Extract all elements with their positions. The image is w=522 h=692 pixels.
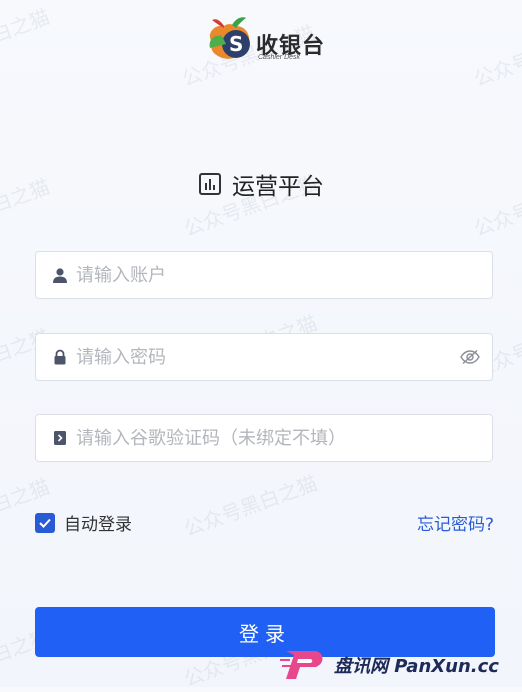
page-title: 运营平台 — [232, 174, 324, 200]
svg-text:S: S — [229, 32, 243, 56]
account-input[interactable] — [76, 252, 492, 298]
google-code-field[interactable] — [35, 414, 493, 462]
app-logo: S 收银台 Cashier Desk — [202, 14, 332, 64]
watermark: 公众号黑白之猫 — [180, 470, 321, 542]
google-code-input[interactable] — [76, 415, 492, 461]
auto-login-checkbox[interactable] — [35, 512, 55, 533]
watermark: 白之猫 — [0, 4, 53, 48]
lock-icon — [52, 349, 68, 365]
password-field[interactable] — [35, 333, 493, 381]
forgot-password-link[interactable]: 忘记密码? — [417, 510, 494, 535]
auto-login-row[interactable]: 自动登录 — [35, 510, 132, 535]
password-input[interactable] — [76, 334, 460, 380]
cashier-logo-icon: S — [209, 17, 250, 59]
panxun-logo-icon — [280, 651, 323, 679]
user-icon — [52, 267, 68, 283]
check-icon — [39, 518, 51, 528]
code-icon — [52, 430, 68, 446]
watermark: 公众号黑白之猫 — [470, 20, 522, 92]
page-title-row: 运营平台 — [0, 168, 522, 200]
bar-chart-icon — [199, 173, 221, 195]
eye-off-icon[interactable] — [460, 349, 480, 365]
site-name: 盘讯网 PanXun.cc — [334, 656, 499, 677]
site-watermark-logo: 盘讯网 PanXun.cc — [280, 645, 510, 685]
account-field[interactable] — [35, 251, 493, 299]
logo-subtitle: Cashier Desk — [258, 54, 301, 61]
auto-login-label[interactable]: 自动登录 — [64, 510, 132, 535]
